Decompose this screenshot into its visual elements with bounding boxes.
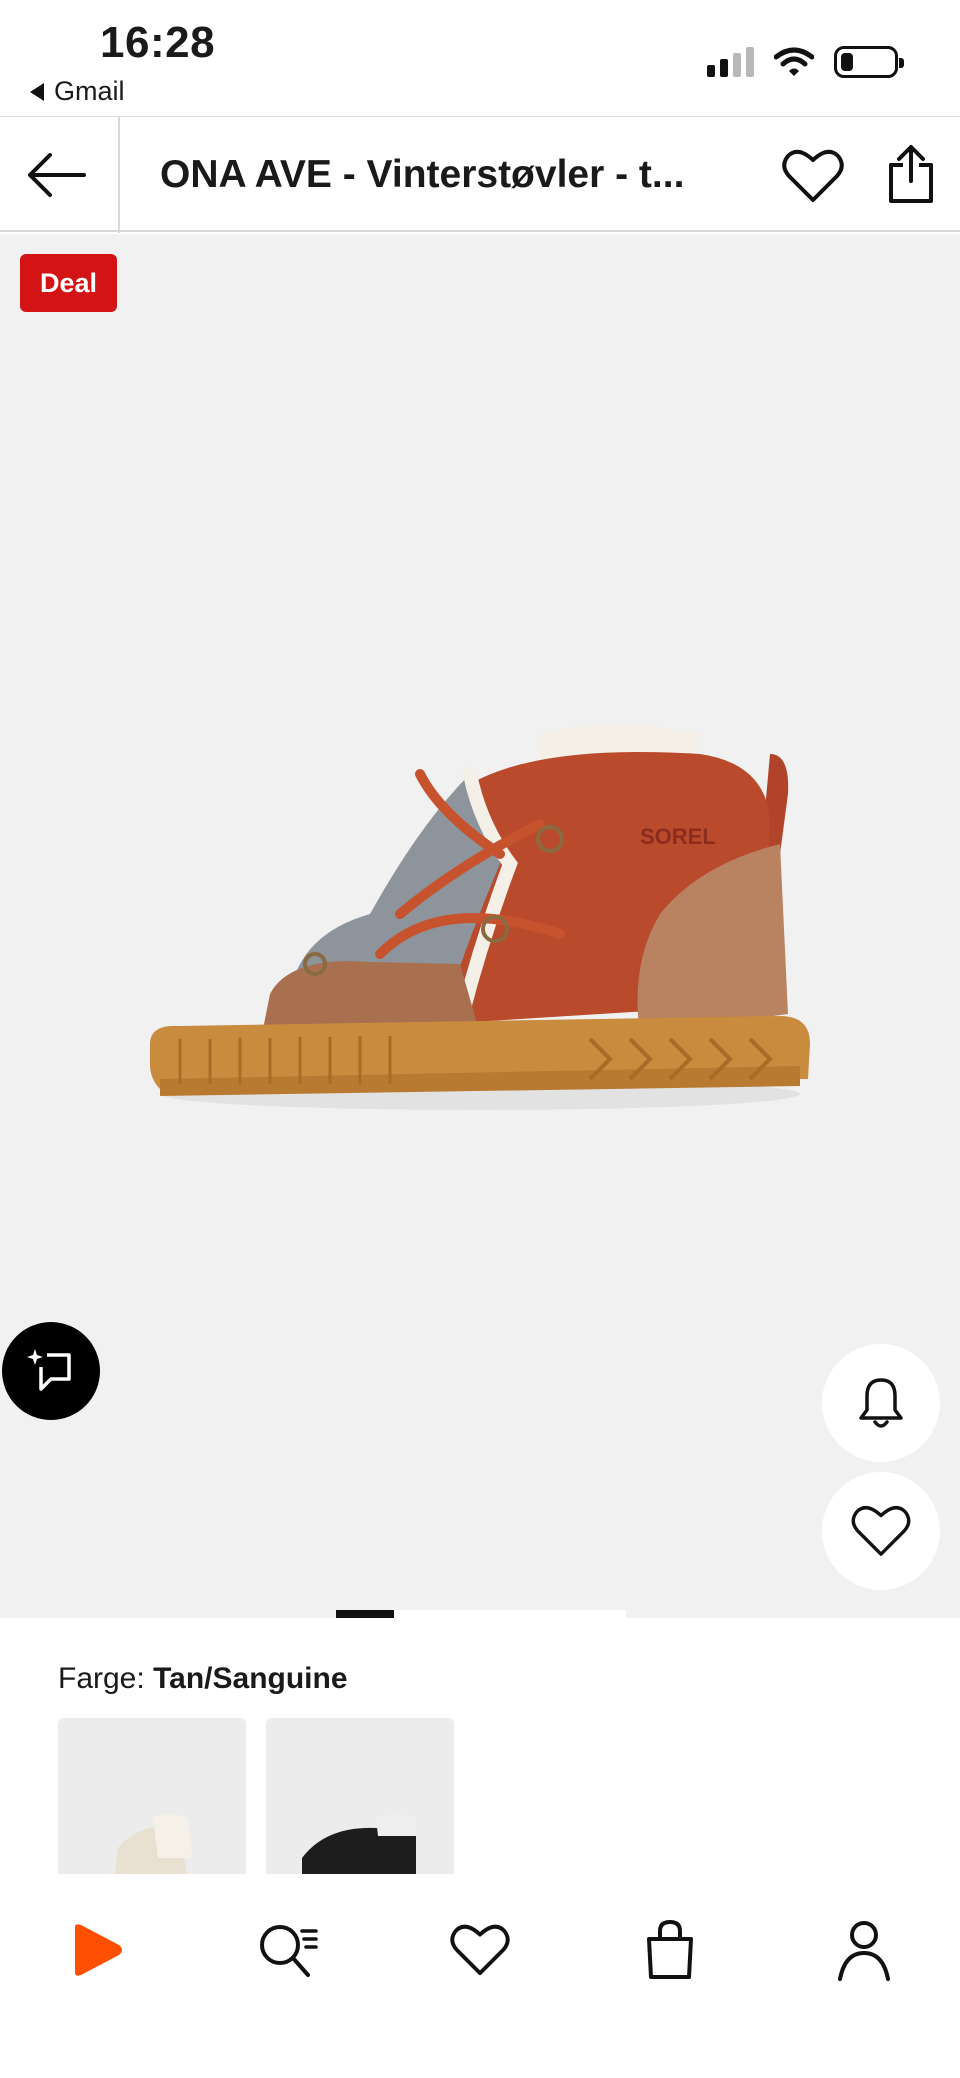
nav-profile[interactable] (824, 1910, 904, 1990)
back-button[interactable] (24, 143, 88, 207)
ai-assistant-button[interactable] (2, 1322, 100, 1420)
bell-icon (859, 1378, 903, 1428)
back-app-label: Gmail (54, 76, 125, 106)
ai-sparkle-icon (27, 1349, 71, 1391)
bag-icon (647, 1919, 693, 1979)
arrow-left-icon (28, 153, 86, 197)
back-triangle-icon (30, 82, 44, 101)
back-to-app-link[interactable]: Gmail (30, 76, 125, 107)
wifi-icon (774, 47, 814, 76)
gallery-page-indicator (336, 1610, 626, 1618)
heart-icon (851, 1506, 911, 1556)
nav-home[interactable] (56, 1910, 136, 1990)
favorite-button[interactable] (778, 141, 848, 211)
product-image: SOREL (150, 724, 810, 1110)
share-button[interactable] (876, 139, 946, 209)
signal-icon (707, 47, 754, 77)
swatch-image (302, 1814, 416, 1874)
deal-badge: Deal (20, 254, 118, 312)
color-swatch-black[interactable] (266, 1718, 454, 1874)
product-image-gallery[interactable]: Deal SOREL (0, 234, 960, 1618)
add-to-wishlist-button[interactable] (822, 1472, 940, 1590)
status-icons (707, 46, 904, 78)
user-icon (838, 1921, 890, 1981)
color-label: Farge: Tan/Sanguine (58, 1662, 348, 1696)
color-swatch-cream[interactable] (58, 1718, 246, 1874)
battery-icon (834, 46, 904, 78)
status-bar: 16:28 Gmail (0, 0, 960, 116)
nav-wishlist[interactable] (440, 1910, 520, 1990)
color-label-text: Farge: (58, 1662, 145, 1695)
heart-icon (450, 1924, 510, 1976)
status-time: 16:28 (100, 18, 216, 67)
nav-search[interactable] (248, 1910, 328, 1990)
header-divider (118, 117, 120, 233)
price-alert-button[interactable] (822, 1344, 940, 1462)
play-logo-icon (75, 1924, 122, 1976)
share-icon (889, 145, 933, 203)
color-section: Farge: Tan/Sanguine (0, 1618, 960, 1874)
page-title: ONA AVE - Vinterstøvler - t... (160, 153, 685, 196)
heart-icon (782, 149, 844, 202)
nav-bag[interactable] (630, 1910, 710, 1990)
swatch-image (114, 1814, 192, 1874)
search-icon (260, 1925, 318, 1977)
color-value: Tan/Sanguine (153, 1662, 348, 1695)
product-header: ONA AVE - Vinterstøvler - t... (0, 116, 960, 233)
bottom-navigation (0, 1874, 960, 2078)
svg-text:SOREL: SOREL (640, 824, 716, 849)
gallery-active-indicator (336, 1610, 394, 1618)
